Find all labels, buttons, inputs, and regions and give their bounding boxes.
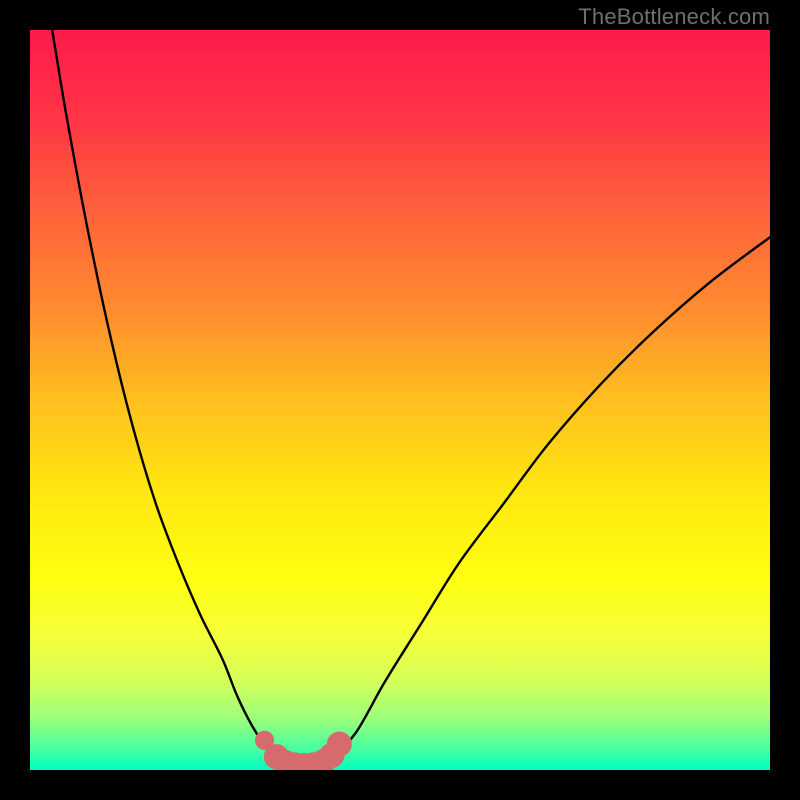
- watermark-text: TheBottleneck.com: [578, 4, 770, 30]
- chart-curve-layer: [30, 30, 770, 770]
- chart-frame: [30, 30, 770, 770]
- bottleneck-curve: [52, 30, 770, 767]
- valley-marker-group: [255, 731, 352, 770]
- valley-marker: [327, 732, 352, 757]
